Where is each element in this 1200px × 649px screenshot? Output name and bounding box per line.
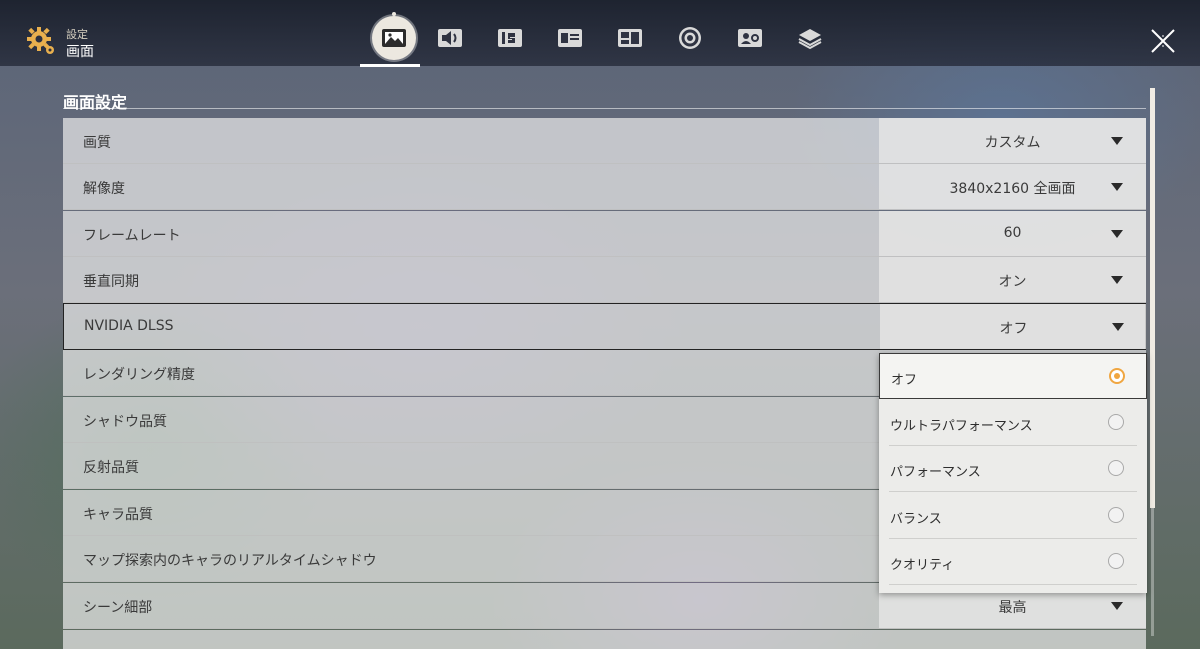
tab-keybind[interactable]: [492, 20, 528, 56]
setting-select[interactable]: 3840x2160 全画面: [879, 164, 1146, 209]
setting-row-quality[interactable]: 画質 カスタム: [63, 118, 1146, 164]
setting-row-framerate[interactable]: フレームレート 60: [63, 211, 1146, 257]
setting-label: 画質: [83, 135, 111, 151]
id-card-icon: [558, 29, 582, 47]
setting-label: キャラ品質: [83, 507, 153, 523]
setting-label: NVIDIA DLSS: [84, 318, 174, 334]
setting-select[interactable]: 60: [879, 211, 1146, 256]
option-label: ウルトラパフォーマンス: [890, 419, 1033, 434]
page-title: 画面: [66, 44, 94, 60]
setting-row-dlss[interactable]: NVIDIA DLSS オフ: [63, 303, 1146, 350]
setting-value: 3840x2160 全画面: [949, 181, 1076, 197]
display-icon: [382, 29, 406, 47]
setting-select[interactable]: カスタム: [879, 118, 1146, 163]
dropdown-arrow-icon: [1111, 137, 1123, 145]
option-label: クオリティ: [890, 558, 955, 573]
setting-label: レンダリング精度: [83, 367, 195, 383]
dropdown-option[interactable]: クオリティ: [879, 539, 1147, 585]
radio-button[interactable]: [1109, 368, 1125, 384]
dropdown-arrow-icon: [1111, 276, 1123, 284]
settings-header: 設定 画面: [26, 24, 146, 60]
setting-label: シーン細部: [83, 600, 153, 616]
setting-select[interactable]: オフ: [880, 304, 1146, 349]
close-icon[interactable]: [1150, 28, 1176, 54]
setting-label: フレームレート: [83, 228, 181, 244]
radio-button[interactable]: [1108, 553, 1124, 569]
radio-button[interactable]: [1108, 507, 1124, 523]
lifebuoy-icon: [679, 27, 701, 49]
option-divider: [889, 584, 1137, 585]
setting-row-vsync[interactable]: 垂直同期 オン: [63, 257, 1146, 303]
dropdown-arrow-icon: [1112, 323, 1124, 331]
dropdown-option[interactable]: オフ: [879, 353, 1147, 399]
setting-label: 反射品質: [83, 460, 139, 476]
tab-profile[interactable]: [552, 20, 588, 56]
dlss-dropdown-menu: オフ ウルトラパフォーマンス パフォーマンス バランス クオリティ: [879, 353, 1147, 593]
dropdown-arrow-icon: [1111, 183, 1123, 191]
gear-icon: [27, 27, 54, 54]
tab-display[interactable]: [372, 12, 416, 60]
option-label: パフォーマンス: [890, 465, 981, 480]
section-divider: [63, 108, 1146, 109]
keybind-icon: [498, 29, 522, 47]
setting-value: 最高: [998, 600, 1027, 616]
radio-button[interactable]: [1108, 414, 1124, 430]
radio-button[interactable]: [1108, 460, 1124, 476]
dropdown-arrow-icon: [1111, 230, 1123, 238]
dropdown-option[interactable]: バランス: [879, 493, 1147, 539]
account-icon: [738, 29, 762, 47]
setting-label: 垂直同期: [83, 274, 139, 290]
setting-value: オン: [998, 274, 1027, 290]
tab-layout[interactable]: [612, 20, 648, 56]
breadcrumb-parent: 設定: [66, 28, 88, 41]
speaker-icon: [438, 29, 462, 47]
dropdown-arrow-icon: [1111, 602, 1123, 610]
tab-account[interactable]: [732, 20, 768, 56]
option-divider: [889, 491, 1137, 492]
section-title: 画面設定: [63, 93, 128, 112]
tab-other[interactable]: [792, 20, 828, 56]
setting-value: カスタム: [984, 135, 1041, 151]
layout-icon: [618, 29, 642, 47]
option-label: バランス: [890, 512, 942, 527]
dropdown-option[interactable]: ウルトラパフォーマンス: [879, 400, 1147, 446]
setting-value: オフ: [999, 321, 1028, 337]
top-bar: 設定 画面: [0, 0, 1200, 67]
setting-row-next[interactable]: [63, 630, 1146, 649]
tab-audio[interactable]: [432, 20, 468, 56]
setting-label: マップ探索内のキャラのリアルタイムシャドウ: [83, 553, 377, 569]
setting-row-resolution[interactable]: 解像度 3840x2160 全画面: [63, 164, 1146, 210]
tab-support[interactable]: [672, 20, 708, 56]
active-tab-indicator: [360, 64, 420, 67]
setting-value: 60: [1003, 225, 1022, 241]
scrollbar-thumb[interactable]: [1150, 88, 1155, 508]
dropdown-option[interactable]: パフォーマンス: [879, 446, 1147, 492]
setting-label: シャドウ品質: [83, 414, 167, 430]
layers-icon: [798, 29, 822, 50]
option-label: オフ: [891, 373, 918, 388]
setting-select[interactable]: オン: [879, 257, 1146, 302]
setting-label: 解像度: [83, 181, 125, 197]
